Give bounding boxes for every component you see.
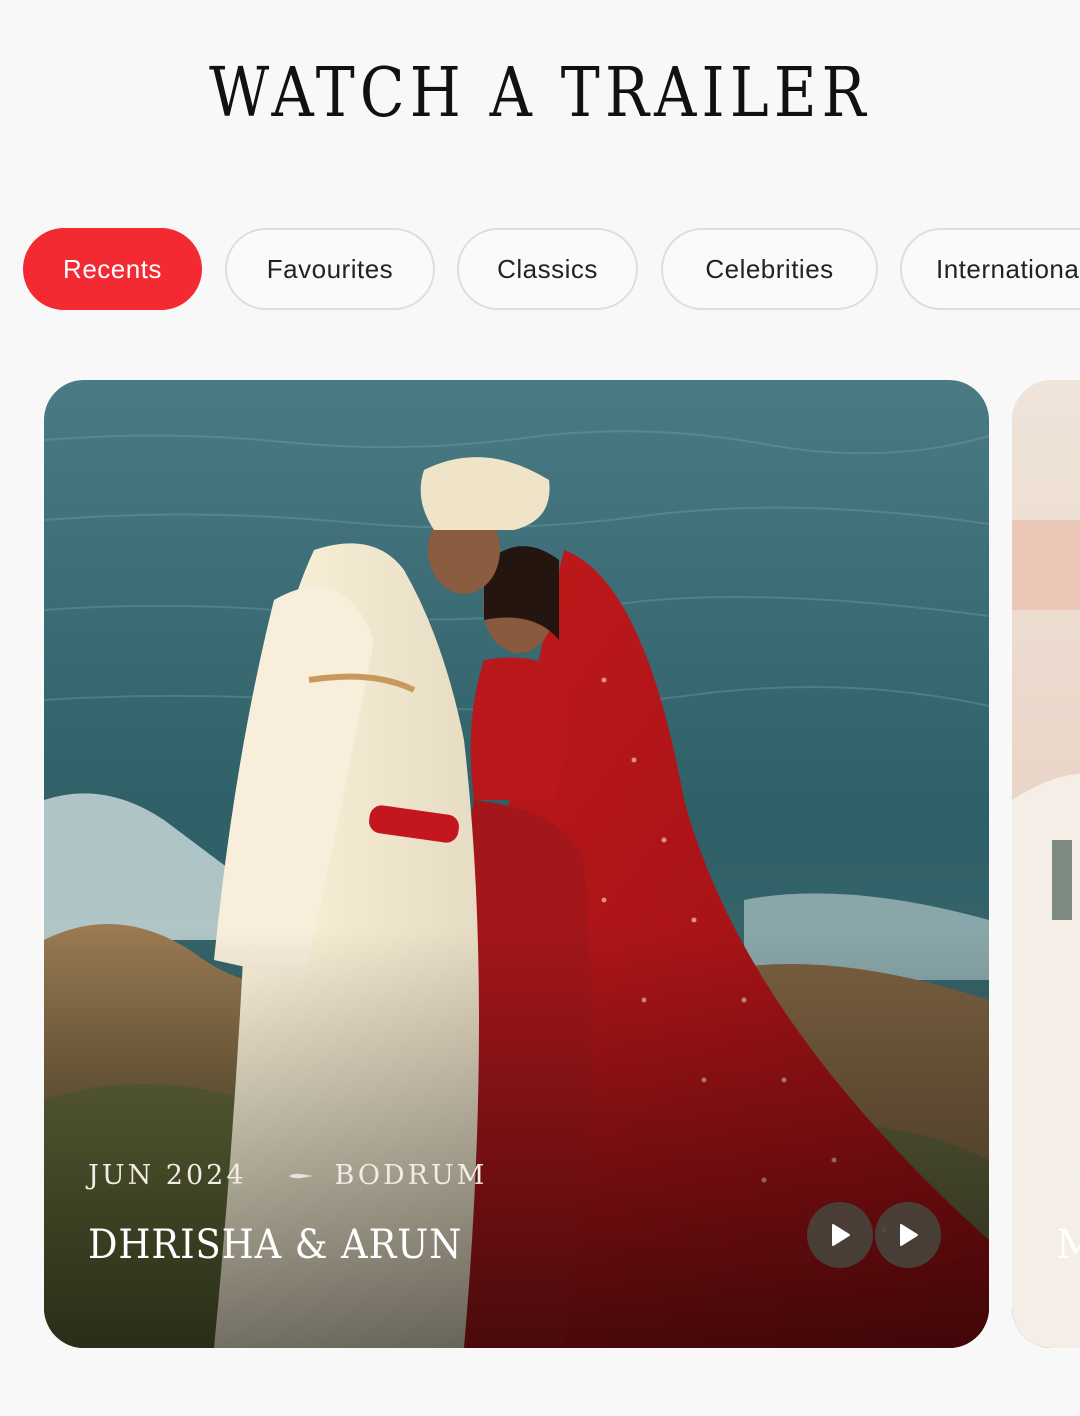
couple-names: DHRISHA & ARUN xyxy=(88,1222,463,1268)
trailer-card-next[interactable]: JU M xyxy=(1012,380,1080,1348)
trailer-card[interactable]: JUN 2024 BODRUM DHRISHA & ARUN xyxy=(44,380,989,1348)
tab-celebrities[interactable]: Celebrities xyxy=(661,228,878,310)
tab-classics[interactable]: Classics xyxy=(457,228,638,310)
tab-favourites[interactable]: Favourites xyxy=(225,228,435,310)
filter-tabs: Recents Favourites Classics Celebrities … xyxy=(0,228,1080,314)
next-card-date: JU xyxy=(1056,1160,1080,1191)
page-title: WATCH A TRAILER xyxy=(209,54,871,133)
play-button[interactable] xyxy=(807,1202,873,1268)
play-button-secondary[interactable] xyxy=(875,1202,941,1268)
next-card-photo xyxy=(1012,380,1080,1348)
card-location: BODRUM xyxy=(334,1160,488,1191)
card-date: JUN 2024 xyxy=(88,1160,247,1191)
card-gradient-overlay xyxy=(44,928,989,1348)
card-meta: JUN 2024 BODRUM xyxy=(88,1160,487,1191)
play-icon xyxy=(900,1224,918,1246)
tab-recents[interactable]: Recents xyxy=(23,228,202,310)
next-card-couple: M xyxy=(1056,1222,1080,1268)
location-pin-icon xyxy=(288,1173,313,1178)
tab-international[interactable]: International xyxy=(900,228,1080,310)
play-icon xyxy=(832,1224,850,1246)
